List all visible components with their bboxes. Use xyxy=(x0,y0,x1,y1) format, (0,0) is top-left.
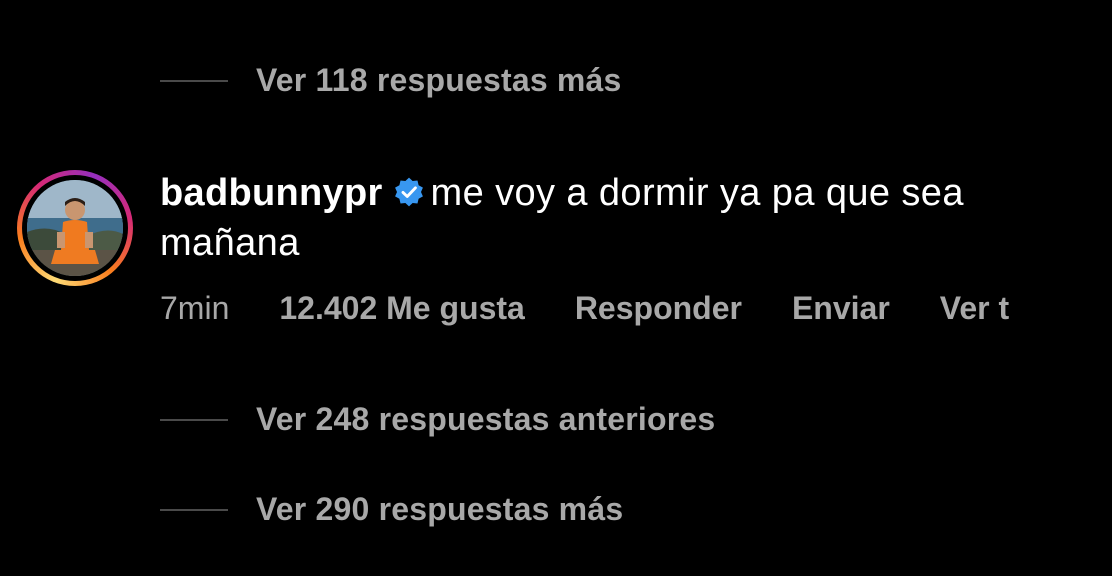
view-more-replies-label[interactable]: Ver 290 respuestas más xyxy=(256,491,623,528)
comment-username[interactable]: badbunnypr xyxy=(160,172,383,214)
likes-count-button[interactable]: 12.402 Me gusta xyxy=(279,290,524,327)
reply-thread-line xyxy=(160,508,228,511)
comment-body: badbunnypr me voy a dormir ya pa que sea… xyxy=(160,168,1100,268)
reply-thread-line xyxy=(160,79,228,82)
comment-timestamp: 7min xyxy=(160,290,230,326)
view-more-replies-label[interactable]: Ver 118 respuestas más xyxy=(256,62,622,99)
comment-actions: 7min 12.402 Me gusta Responder Enviar Ve… xyxy=(160,290,1059,327)
view-more-replies-top[interactable]: Ver 118 respuestas más xyxy=(160,62,622,99)
avatar[interactable] xyxy=(27,180,123,276)
view-more-replies-bottom[interactable]: Ver 290 respuestas más xyxy=(160,491,623,528)
send-button[interactable]: Enviar xyxy=(792,290,890,327)
reply-button[interactable]: Responder xyxy=(575,290,742,327)
avatar-story-ring[interactable] xyxy=(17,170,133,286)
verified-badge-icon xyxy=(394,177,423,207)
view-previous-replies-label[interactable]: Ver 248 respuestas anteriores xyxy=(256,401,715,438)
avatar-photo xyxy=(27,180,123,276)
reply-thread-line xyxy=(160,418,228,421)
view-previous-replies[interactable]: Ver 248 respuestas anteriores xyxy=(160,401,715,438)
see-translation-button[interactable]: Ver t xyxy=(940,290,1009,327)
